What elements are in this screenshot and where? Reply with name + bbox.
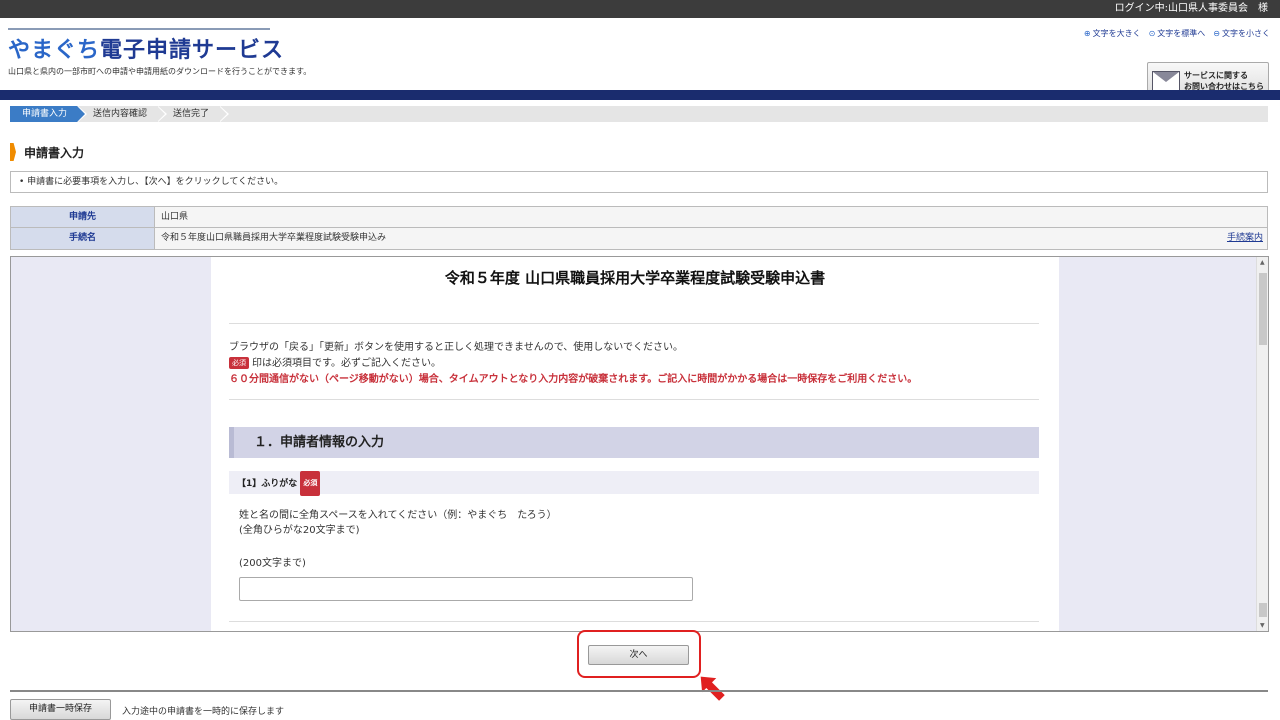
site-header: やまぐち電子申請サービス 山口県と県内の一部市町への申請や申請用紙のダウンロード… [0,18,1280,100]
next-button[interactable]: 次へ [588,645,689,665]
zoom-in-icon: ⊕ [1083,29,1091,38]
instruction-box: • 申請書に必要事項を入力し、【次へ】をクリックしてください。 [10,171,1268,193]
login-user: ログイン中:山口県人事委員会 様 [1114,3,1268,14]
pointer-arrow-icon [700,676,725,701]
zoom-reset-icon: ⊙ [1148,29,1156,38]
mail-icon [1152,71,1180,91]
scroll-thumb-lower[interactable] [1259,603,1267,617]
scroll-down-icon[interactable]: ▼ [1260,622,1265,629]
notice-required: 必須 印は必須項目です。必ずご記入ください。 [229,354,441,369]
info-row-procedure: 手続名 令和５年度山口県職員採用大学卒業程度試験受験申込み 手続案内 [11,228,1267,249]
page-title: 申請書入力 [10,144,84,161]
form-frame: 令和５年度 山口県職員採用大学卒業程度試験受験申込書 ブラウザの「戻る」「更新」… [10,256,1269,632]
form-paper: 令和５年度 山口県職員採用大学卒業程度試験受験申込書 ブラウザの「戻る」「更新」… [211,257,1059,631]
scroll-thumb[interactable] [1259,273,1267,345]
progress-steps: 申請書入力 送信内容確認 送信完了 [10,106,1268,122]
divider [229,399,1039,400]
required-badge: 必須 [229,357,249,369]
divider [229,323,1039,324]
application-info-table: 申請先 山口県 手続名 令和５年度山口県職員採用大学卒業程度試験受験申込み 手続案… [10,206,1268,250]
form-scrollbar[interactable]: ▲ ▼ [1256,257,1268,631]
field-furigana-note: 姓と名の間に全角スペースを入れてください（例：やまぐち たろう） [239,510,557,521]
font-large-link[interactable]: ⊕ 文字を大きく [1084,28,1141,39]
site-logo[interactable]: やまぐち電子申請サービス [8,32,284,64]
step-confirm: 送信内容確認 [77,106,168,122]
field-furigana-limit: (200文字まで) [239,558,306,569]
divider [229,621,1039,622]
temp-save-note: 入力途中の申請書を一時的に保存します [122,707,285,717]
site-tagline: 山口県と県内の一部市町への申請や申請用紙のダウンロードを行うことができます。 [8,67,312,76]
furigana-input[interactable] [239,577,693,601]
font-small-link[interactable]: ⊖ 文字を小さく [1213,28,1270,39]
temp-save-button[interactable]: 申請書一時保存 [10,699,111,720]
section-applicant-info: １．申請者情報の入力 [229,427,1039,458]
scroll-up-icon[interactable]: ▲ [1260,259,1265,266]
header-band [0,90,1280,100]
logo-underline [8,28,270,30]
info-row-destination: 申請先 山口県 [11,207,1267,228]
field-furigana-label: 【1】ふりがな 必須 [229,471,1039,496]
font-normal-link[interactable]: ⊙ 文字を標準へ [1149,28,1206,39]
notice-browser: ブラウザの「戻る」「更新」ボタンを使用すると正しく処理できませんので、使用しない… [229,342,683,353]
procedure-guide-link[interactable]: 手続案内 [1227,228,1263,249]
footer-divider [10,690,1268,692]
font-size-controls: ⊕ 文字を大きく ⊙ 文字を標準へ ⊖ 文字を小さく [1084,28,1270,39]
notice-timeout: ６０分間通信がない（ページ移動がない）場合、タイムアウトとなり入力内容が破棄され… [229,374,918,385]
login-status-bar: ログイン中:山口県人事委員会 様 [0,0,1280,18]
required-badge: 必須 [300,471,321,496]
field-furigana-note2: (全角ひらがな20文字まで) [239,525,360,536]
step-input: 申請書入力 [10,106,88,122]
form-title: 令和５年度 山口県職員採用大学卒業程度試験受験申込書 [444,269,826,287]
zoom-out-icon: ⊖ [1213,29,1220,38]
